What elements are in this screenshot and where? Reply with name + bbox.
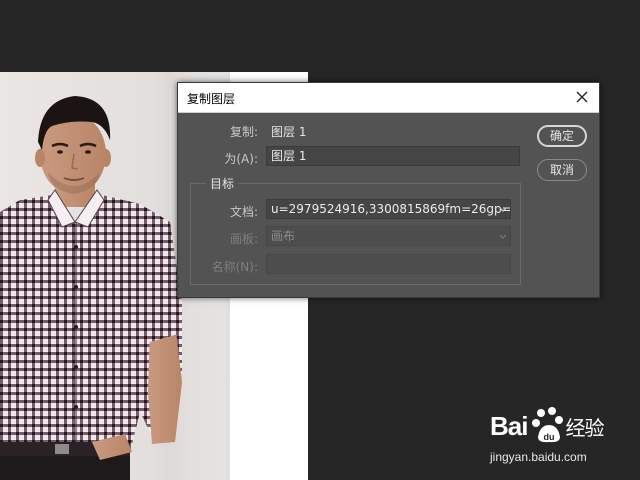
dialog-titlebar[interactable]: 复制图层 — [178, 83, 599, 113]
target-group-legend: 目标 — [206, 175, 239, 192]
document-label: 文档: — [229, 205, 258, 219]
baidu-jingyan-watermark: Bai 经验 du jingyan.baidu.com — [490, 405, 610, 467]
name-input — [266, 254, 511, 274]
dialog-title: 复制图层 — [187, 92, 236, 106]
duplicate-layer-dialog: 复制图层 复制: 图层 1 为(A): 图层 1 确定 取消 目标 文档: u=… — [177, 82, 600, 298]
as-label: 为(A): — [224, 152, 258, 166]
ok-button[interactable]: 确定 — [537, 125, 587, 147]
artboard-select: 画布 — [266, 226, 511, 246]
artboard-select-value: 画布 — [271, 229, 296, 243]
watermark-logo-right: 经验 — [565, 418, 604, 440]
name-label: 名称(N): — [211, 260, 258, 274]
as-name-input[interactable]: 图层 1 — [266, 146, 520, 166]
watermark-logo-left: Bai — [490, 411, 528, 441]
artboard-label: 画板: — [229, 232, 258, 246]
cancel-button[interactable]: 取消 — [537, 159, 587, 181]
document-select[interactable]: u=2979524916,3300815869fm=26gp=... — [266, 199, 511, 219]
document-select-value: u=2979524916,3300815869fm=26gp=... — [271, 202, 511, 216]
chevron-down-icon — [500, 207, 506, 212]
baidu-paw-icon: du — [532, 407, 563, 443]
svg-text:du: du — [544, 432, 555, 442]
copy-value: 图层 1 — [271, 125, 307, 139]
close-icon[interactable] — [571, 86, 593, 108]
watermark-url: jingyan.baidu.com — [490, 450, 587, 464]
chevron-down-icon — [500, 234, 506, 239]
copy-label: 复制: — [229, 125, 258, 139]
